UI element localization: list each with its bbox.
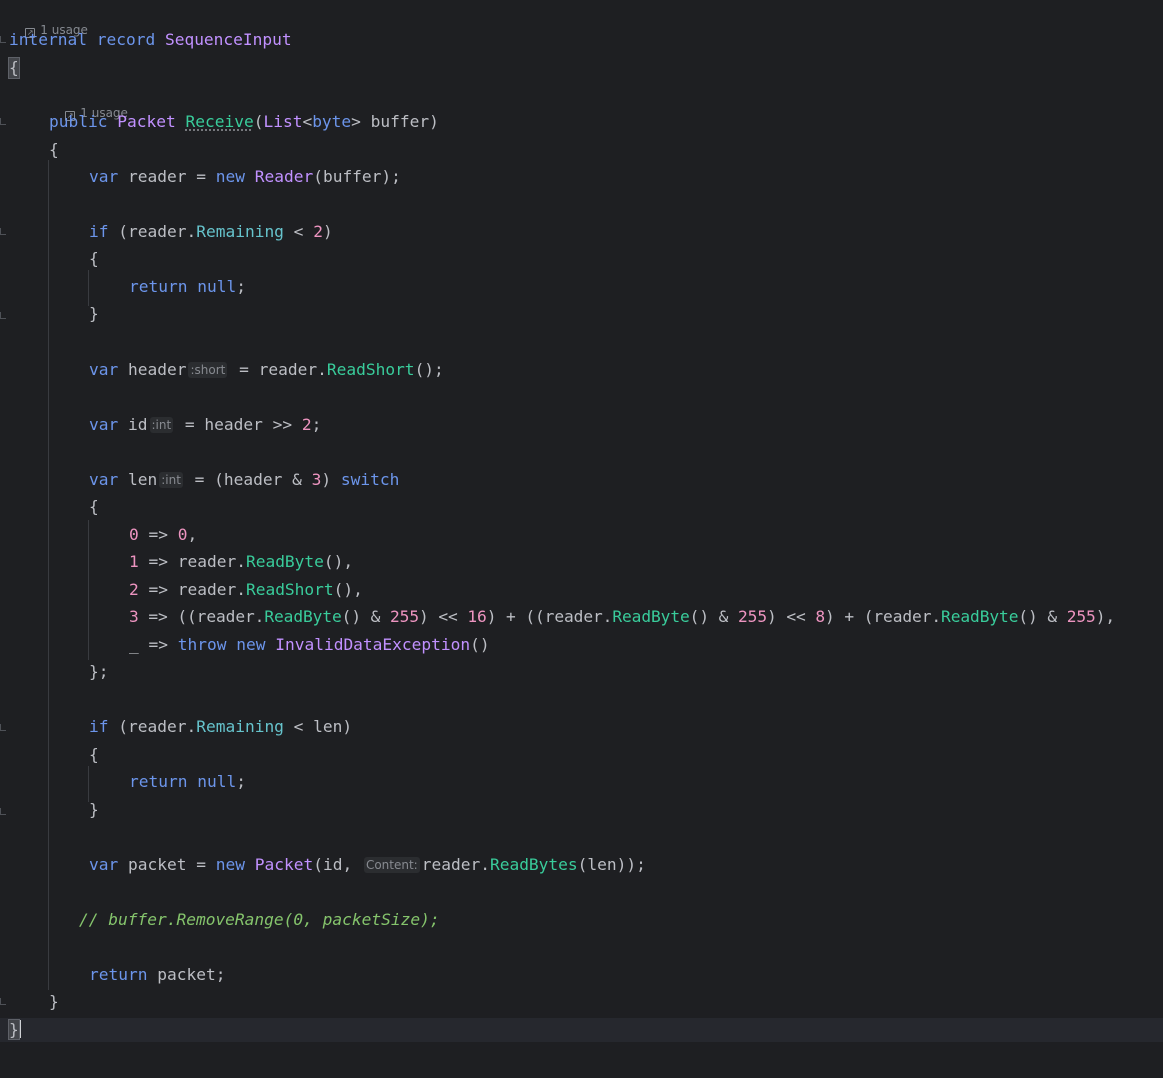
text-caret [18,1020,21,1038]
code-line: } [89,304,99,323]
code-line: var reader = new Reader(buffer); [89,167,401,186]
type-inlay-hint: :int [149,417,174,433]
current-line: } [0,1018,1163,1042]
type-inlay-hint: :int [159,472,183,488]
code-line: // buffer.RemoveRange(0, packetSize); [0,910,1163,970]
parameter-inlay-hint: Content: [363,857,420,873]
type-inlay-hint: :short [188,362,228,378]
code-line: } [89,800,99,819]
code-line: { [8,57,20,79]
code-line: }; [89,662,109,681]
code-line: var header:short = reader.ReadShort(); [89,360,444,379]
code-editor[interactable]: ↗ 1 usage internal record SequenceInput {… [0,0,1163,1048]
code-line: var packet = new Packet(id, Content: read… [89,855,646,874]
code-line: var id:int = header >> 2; [89,415,322,434]
comment: // buffer.RemoveRange(0, packetSize); [79,910,440,929]
